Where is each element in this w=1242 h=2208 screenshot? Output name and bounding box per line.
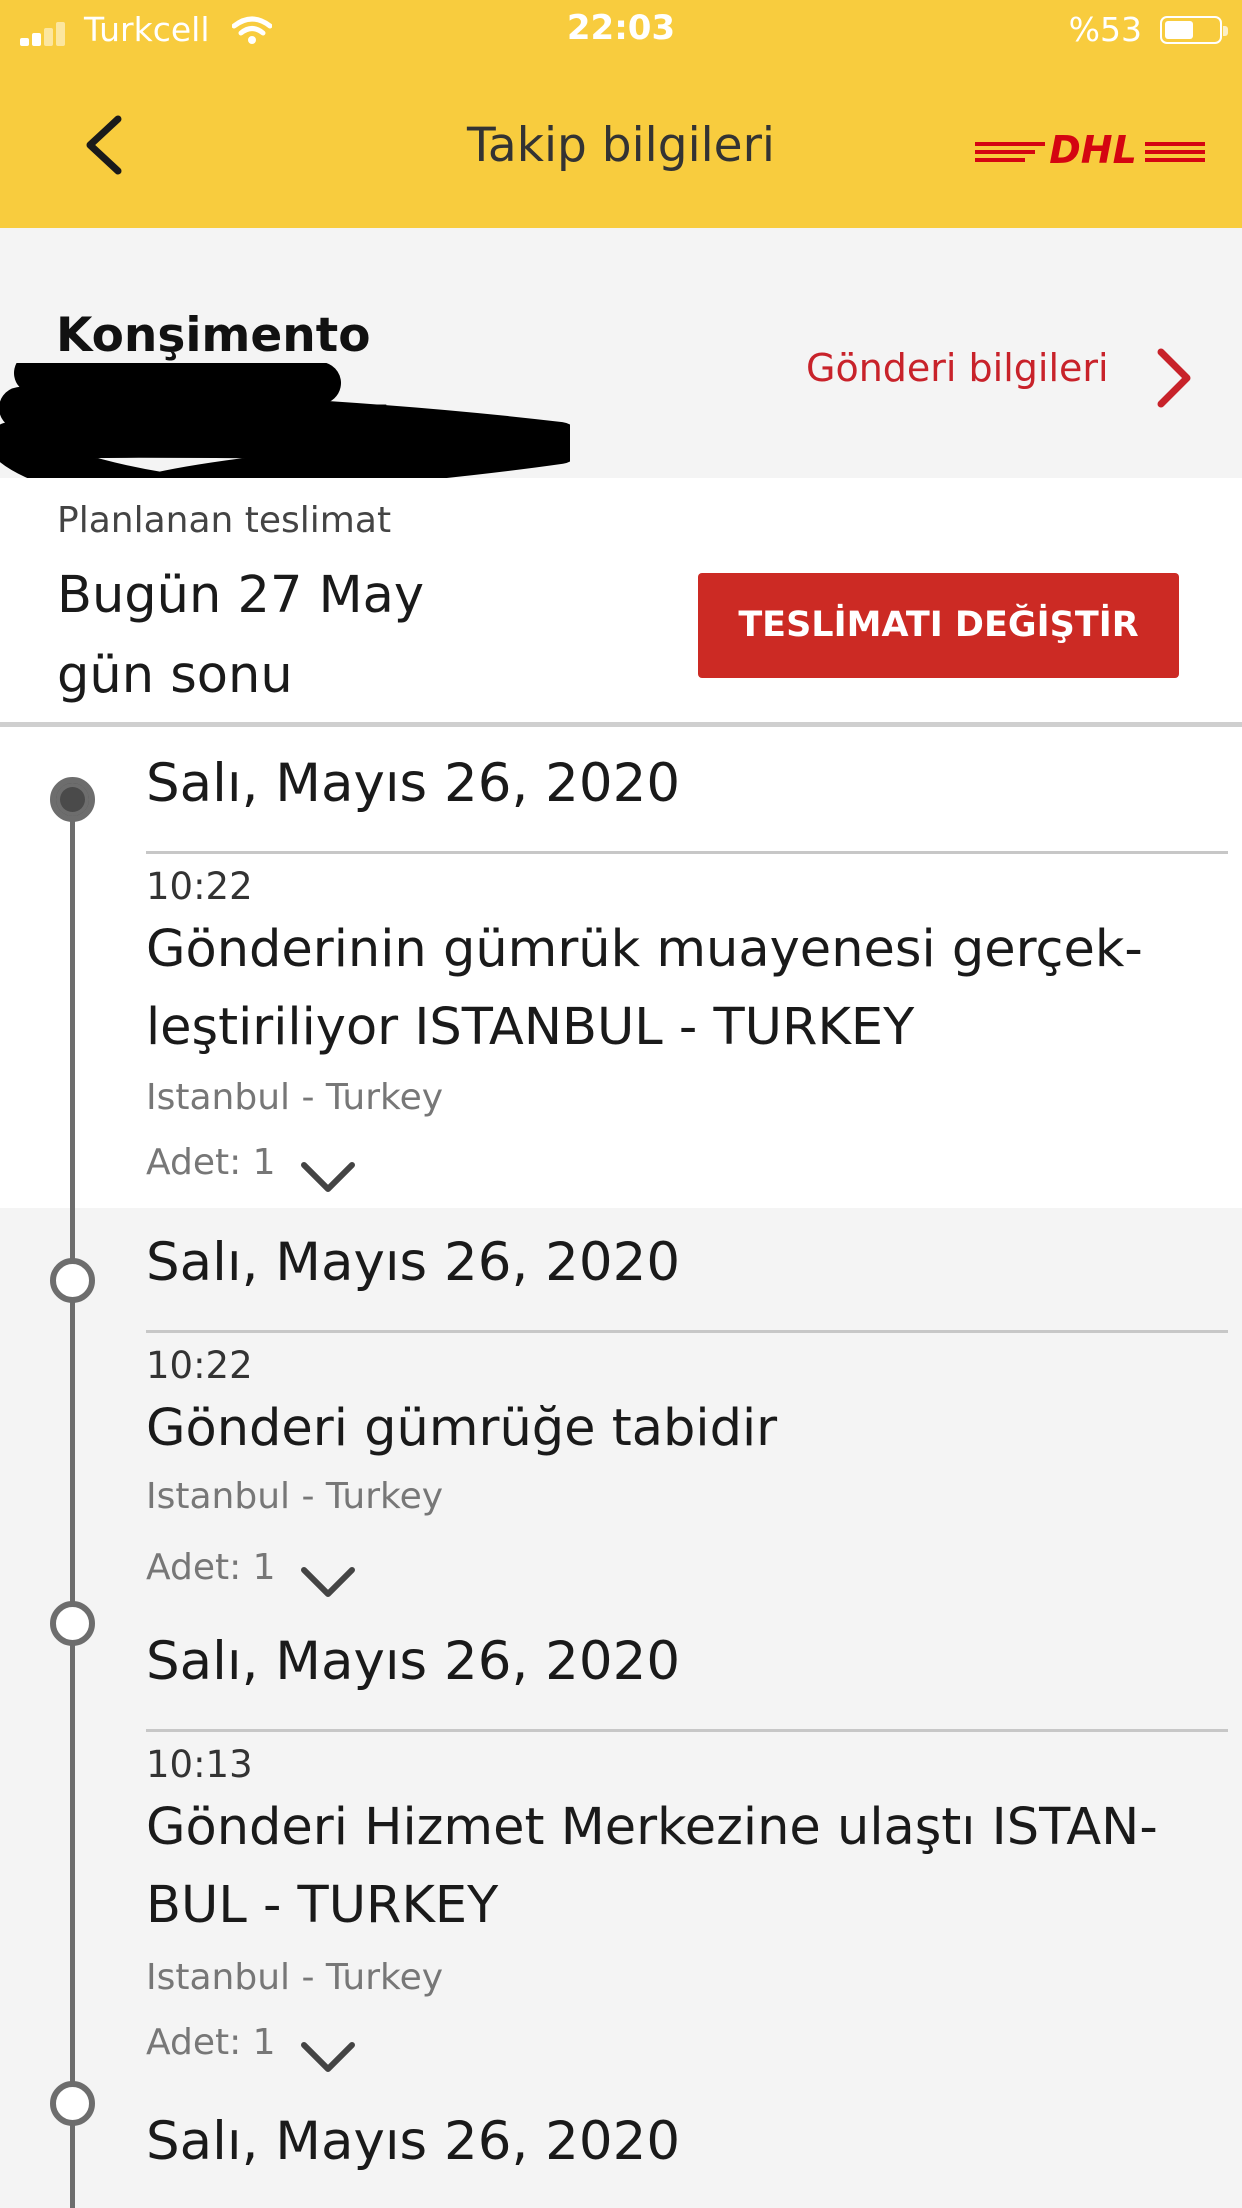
event-piece-count: Adet: 1 [146,1142,276,1183]
dhl-logo: DHL [975,130,1205,170]
battery-icon [1160,16,1228,44]
timeline-dot [50,1601,95,1646]
event-location: Istanbul - Turkey [146,1077,444,1118]
battery-percentage: %53 [1068,10,1142,49]
event-description: Gönderinin gümrük muayenesi gerçek- leşt… [146,911,1206,1067]
tracking-screen: Turkcell 22:03 %53 Takip bilgileri DHL K [0,0,1242,2208]
tracking-timeline: Salı, Mayıs 26, 2020 10:22 Gönderinin gü… [0,727,1242,2208]
event-divider [146,1729,1228,1732]
planned-time-line: gün sonu [57,646,293,705]
chevron-right-icon[interactable] [1153,348,1193,408]
event-description: Gönderi gümrüğe tabidir [146,1390,1206,1468]
shipment-section: Konşimento 8487436635 Gönderi bilgileri [0,228,1242,503]
planned-delivery-date: Bugün 27 May gün sonu [57,556,424,716]
event-divider [146,851,1228,854]
event-date: Salı, Mayıs 26, 2020 [146,1631,681,1692]
event-date: Salı, Mayıs 26, 2020 [146,2111,681,2172]
event-location: Istanbul - Turkey [146,1957,444,1998]
planned-delivery-section: Planlanan teslimat Bugün 27 May gün sonu… [0,478,1242,725]
event-time: 10:22 [146,865,253,908]
clock: 22:03 [566,8,676,48]
event-time: 10:22 [146,1344,253,1387]
event-location: Istanbul - Turkey [146,1476,444,1517]
event-date: Salı, Mayıs 26, 2020 [146,753,681,814]
event-description-line: Gönderi Hizmet Merkezine ulaştı ISTAN- [146,1798,1158,1857]
event-description-line: BUL - TURKEY [146,1876,499,1935]
event-description-line: leştiriliyor ISTANBUL - TURKEY [146,998,915,1057]
timeline-event: Salı, Mayıs 26, 2020 10:22 Gönderi gümrü… [0,1208,1242,1517]
planned-delivery-label: Planlanan teslimat [57,500,392,541]
logo-text: DHL [1049,130,1137,170]
event-date: Salı, Mayıs 26, 2020 [146,1232,681,1293]
event-time: 10:13 [146,1743,253,1786]
event-piece-count: Adet: 1 [146,1547,276,1588]
change-delivery-button[interactable]: TESLİMATI DEĞİŞTİR [698,573,1179,678]
planned-date-line: Bugün 27 May [57,566,425,625]
event-description: Gönderi Hizmet Merkezine ulaştı ISTAN- B… [146,1789,1206,1945]
chevron-down-icon[interactable] [300,1157,356,1197]
status-bar: Turkcell 22:03 %53 [0,0,1242,62]
shipment-details-link[interactable]: Gönderi bilgileri [806,346,1109,390]
timeline-event: Salı, Mayıs 26, 2020 10:22 Gönderinin gü… [0,727,1242,1208]
timeline-dot-current [50,777,95,822]
event-description-line: Gönderinin gümrük muayenesi gerçek- [146,920,1143,979]
app-header: Turkcell 22:03 %53 Takip bilgileri DHL [0,0,1242,228]
timeline-dot [50,1258,95,1303]
timeline-line [70,797,75,2208]
event-piece-count: Adet: 1 [146,2022,276,2063]
timeline-dot [50,2081,95,2126]
waybill-label: Konşimento [56,308,371,363]
chevron-down-icon[interactable] [300,2037,356,2077]
event-divider [146,1330,1228,1333]
chevron-down-icon[interactable] [300,1562,356,1602]
event-description-line: Gönderi gümrüğe tabidir [146,1399,778,1458]
